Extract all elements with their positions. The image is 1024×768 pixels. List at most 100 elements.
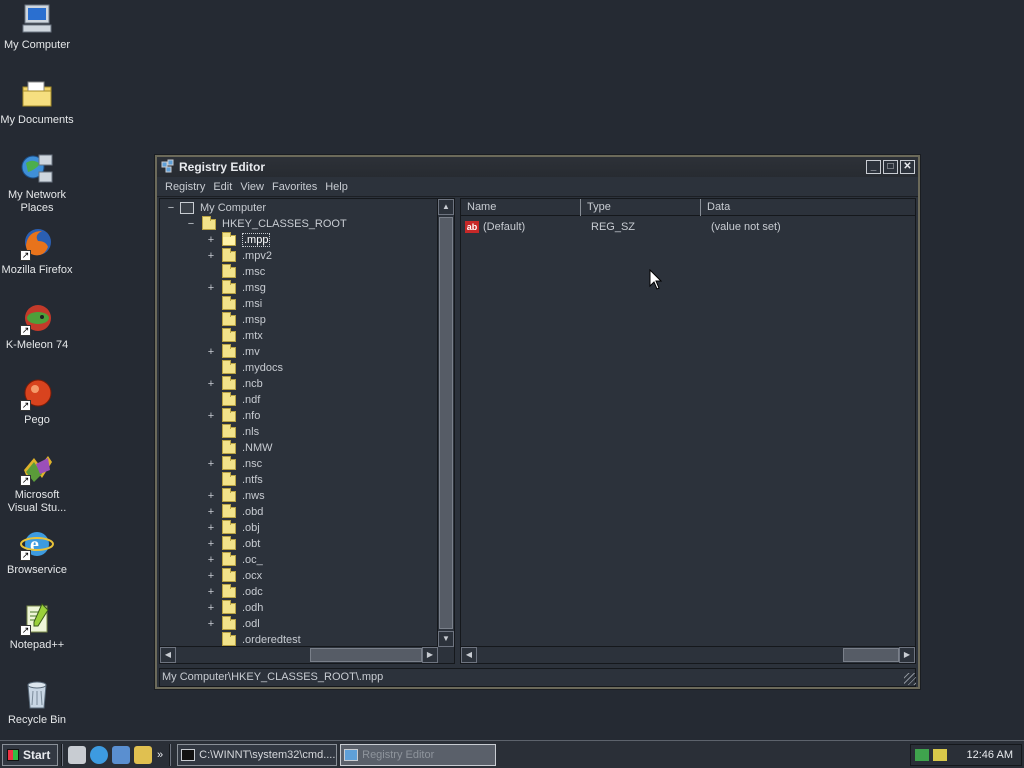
scroll-thumb[interactable] — [439, 217, 453, 629]
taskbar-button-cmd[interactable]: C:\WINNT\system32\cmd.... — [177, 743, 338, 766]
tree-node[interactable]: + .nfo — [206, 407, 260, 424]
tree-node[interactable]: + .odc — [206, 583, 263, 600]
tree-node[interactable]: .mydocs — [206, 359, 283, 376]
tree-node[interactable]: + .mpv2 — [206, 247, 272, 264]
expand-icon[interactable]: + — [206, 458, 216, 470]
tree-node[interactable]: + .ncb — [206, 375, 263, 392]
tree-node[interactable]: .nls — [206, 423, 259, 440]
scroll-right-button[interactable]: ▶ — [899, 647, 915, 663]
minimize-button[interactable]: _ — [866, 160, 881, 174]
tree-horizontal-scrollbar[interactable]: ◀ ▶ — [160, 646, 438, 663]
expand-icon[interactable]: + — [206, 538, 216, 550]
menu-registry[interactable]: Registry — [161, 181, 209, 193]
column-header-data[interactable]: Data — [701, 199, 916, 216]
scroll-right-button[interactable]: ▶ — [422, 647, 438, 663]
tree-node[interactable]: .mtx — [206, 327, 263, 344]
desktop-icon-pego[interactable]: ↗ Pego — [0, 377, 74, 427]
list-row[interactable]: ab (Default) REG_SZ (value not set) — [461, 219, 916, 235]
expand-icon[interactable]: + — [206, 506, 216, 518]
outlook-icon[interactable] — [112, 745, 130, 764]
network-tray-icon[interactable] — [915, 748, 929, 761]
desktop-icon-my-computer[interactable]: My Computer — [0, 2, 74, 52]
column-header-type[interactable]: Type — [581, 199, 701, 216]
scroll-down-button[interactable]: ▼ — [438, 631, 454, 647]
quick-launch-chevron-icon[interactable]: » — [157, 749, 163, 761]
expand-icon[interactable]: + — [206, 522, 216, 534]
folder-icon — [222, 631, 236, 646]
expand-icon[interactable]: + — [206, 602, 216, 614]
tree-node[interactable]: + .obt — [206, 535, 260, 552]
scroll-up-button[interactable]: ▲ — [438, 199, 454, 215]
tree-node[interactable]: + .obj — [206, 519, 260, 536]
scroll-left-button[interactable]: ◀ — [461, 647, 477, 663]
expand-icon[interactable]: + — [206, 410, 216, 422]
tree-node[interactable]: + .odl — [206, 615, 260, 632]
resize-grip[interactable] — [904, 673, 916, 685]
menu-favorites[interactable]: Favorites — [268, 181, 321, 193]
scroll-left-button[interactable]: ◀ — [160, 647, 176, 663]
expand-icon[interactable]: + — [206, 618, 216, 630]
expand-icon[interactable]: + — [206, 234, 216, 246]
values-list-pane[interactable]: Name Type Data ab (Default) REG_SZ (valu… — [460, 198, 916, 664]
desktop-icon-my-network-places[interactable]: My Network Places — [0, 152, 74, 215]
pego-icon: ↗ — [20, 377, 54, 411]
shortcut-arrow-icon: ↗ — [20, 550, 31, 561]
titlebar[interactable]: Registry Editor _ □ ✕ — [157, 157, 918, 177]
desktop-icon-browservice[interactable]: e ↗ Browservice — [0, 527, 74, 577]
desktop-icon-recycle-bin[interactable]: Recycle Bin — [0, 677, 74, 727]
tree-node[interactable]: .msc — [206, 263, 265, 280]
desktop-icon-notepad-plus-plus[interactable]: ↗ Notepad++ — [0, 602, 74, 652]
expand-icon[interactable]: + — [206, 586, 216, 598]
expand-icon[interactable]: + — [206, 282, 216, 294]
menu-help[interactable]: Help — [321, 181, 352, 193]
list-horizontal-scrollbar[interactable]: ◀ ▶ — [461, 646, 915, 663]
expand-icon[interactable]: + — [206, 378, 216, 390]
tree-node-my-computer[interactable]: − My Computer — [166, 200, 266, 216]
volume-tray-icon[interactable] — [933, 748, 947, 761]
collapse-icon[interactable]: − — [186, 218, 196, 230]
column-header-name[interactable]: Name — [461, 199, 581, 216]
key-tree-pane[interactable]: − My Computer − HKEY_CLASSES_ROOT + .mpp +… — [159, 198, 455, 664]
collapse-icon[interactable]: − — [166, 202, 176, 214]
scroll-thumb[interactable] — [843, 648, 899, 662]
registry-editor-window[interactable]: Registry Editor _ □ ✕ Registry Edit View… — [154, 154, 921, 690]
tree-node[interactable]: + .mv — [206, 343, 260, 360]
tree-node[interactable]: .NMW — [206, 439, 273, 456]
show-desktop-icon[interactable] — [68, 745, 86, 764]
expand-icon[interactable]: + — [206, 490, 216, 502]
taskbar-button-registry-editor[interactable]: Registry Editor — [340, 743, 497, 766]
desktop-icon-visual-studio[interactable]: ↗ Microsoft Visual Stu... — [0, 452, 74, 515]
expand-icon[interactable]: + — [206, 570, 216, 582]
tree-vertical-scrollbar[interactable]: ▲ ▼ — [437, 199, 454, 647]
menu-edit[interactable]: Edit — [209, 181, 236, 193]
close-button[interactable]: ✕ — [900, 160, 915, 174]
maximize-button[interactable]: □ — [883, 160, 898, 174]
tree-node[interactable]: + .oc_ — [206, 551, 263, 568]
expand-icon[interactable]: + — [206, 346, 216, 358]
desktop-icon-mozilla-firefox[interactable]: ↗ Mozilla Firefox — [0, 227, 74, 277]
desktop-icon-my-documents[interactable]: My Documents — [0, 77, 74, 127]
tree-node[interactable]: .msp — [206, 311, 266, 328]
tree-node[interactable]: .ntfs — [206, 471, 263, 488]
menu-view[interactable]: View — [236, 181, 268, 193]
tree-node[interactable]: .msi — [206, 295, 262, 312]
desktop-icon-k-meleon[interactable]: ↗ K-Meleon 74 — [0, 302, 74, 352]
tree-node-hkey-classes-root[interactable]: − HKEY_CLASSES_ROOT — [186, 215, 347, 232]
expand-icon[interactable]: + — [206, 554, 216, 566]
tree-node[interactable]: + .nsc — [206, 455, 262, 472]
tree-node[interactable]: .ndf — [206, 391, 260, 408]
tree-node[interactable]: + .ocx — [206, 567, 262, 584]
scroll-thumb[interactable] — [310, 648, 422, 662]
tree-node[interactable]: + .mpp — [206, 231, 271, 248]
start-button[interactable]: Start — [2, 743, 58, 766]
tree-node[interactable]: .orderedtest — [206, 631, 301, 647]
clock[interactable]: 12:46 AM — [967, 749, 1013, 761]
tree-node[interactable]: + .nws — [206, 487, 265, 504]
internet-explorer-icon[interactable] — [90, 745, 108, 764]
tree-node[interactable]: + .obd — [206, 503, 263, 520]
explorer-search-icon[interactable] — [134, 745, 152, 764]
expand-icon[interactable]: + — [206, 250, 216, 262]
panes: − My Computer − HKEY_CLASSES_ROOT + .mpp +… — [159, 198, 916, 664]
tree-node[interactable]: + .msg — [206, 279, 266, 296]
tree-node[interactable]: + .odh — [206, 599, 263, 616]
